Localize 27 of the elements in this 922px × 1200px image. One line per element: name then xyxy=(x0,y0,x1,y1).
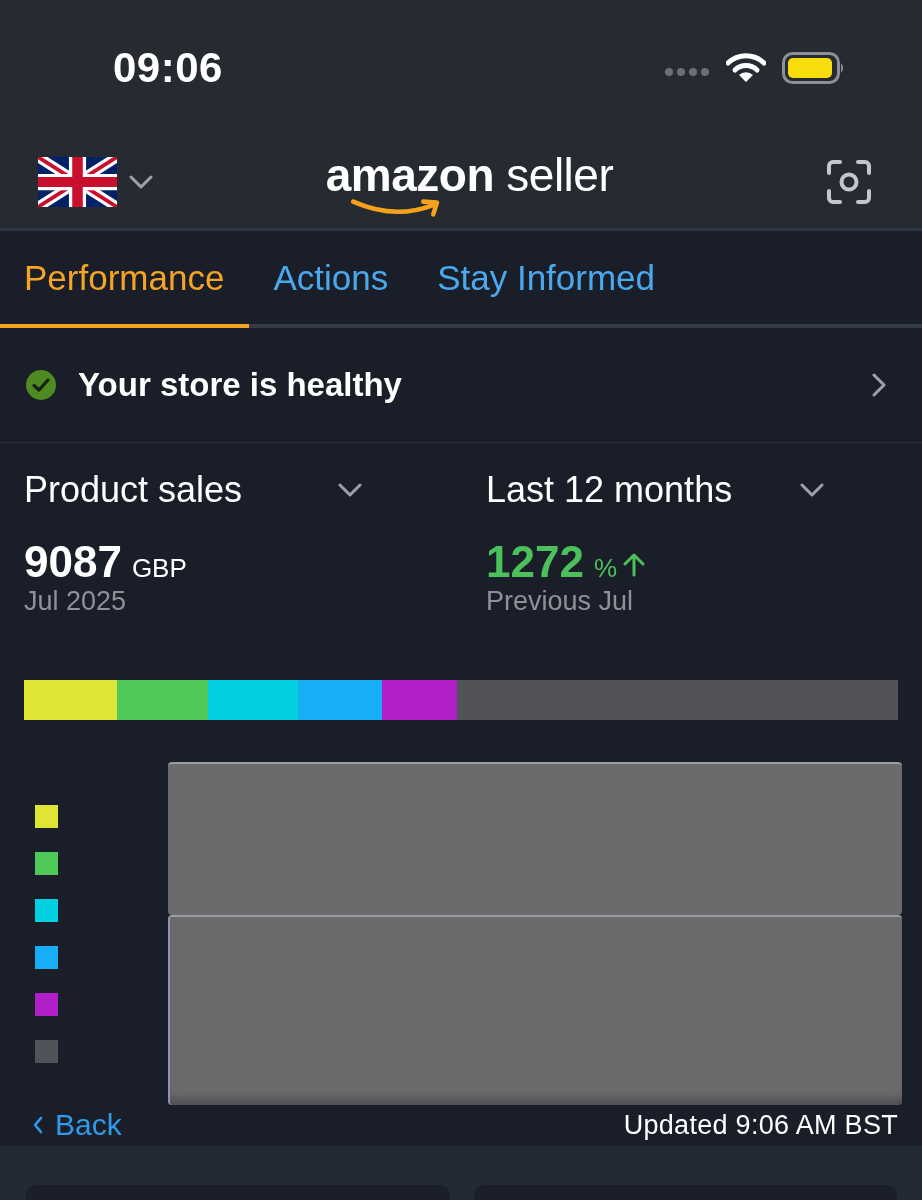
chevron-down-icon xyxy=(800,483,824,497)
chevron-down-icon xyxy=(338,483,362,497)
wifi-icon xyxy=(726,53,766,83)
language-selector[interactable] xyxy=(38,157,153,207)
signal-dots-icon xyxy=(664,67,710,77)
updated-time: Updated 9:06 AM BST xyxy=(623,1109,898,1141)
back-link[interactable]: Back xyxy=(33,1108,122,1142)
metric-dropdown[interactable]: Last 12 months xyxy=(486,466,824,514)
metric-caption: Jul 2025 xyxy=(24,586,127,616)
metric-value: 9087 xyxy=(24,538,122,586)
tab[interactable]: Actions xyxy=(249,231,414,328)
chevron-left-icon xyxy=(33,1116,43,1134)
chevron-down-icon xyxy=(129,175,153,189)
metric-unit: GBP xyxy=(131,553,187,583)
scan-icon[interactable] xyxy=(826,159,872,205)
chevron-right-icon[interactable] xyxy=(872,373,886,397)
metric-unit: % xyxy=(593,553,617,583)
metric-caption: Previous Jul xyxy=(486,586,634,616)
metric-dropdown[interactable]: Product sales xyxy=(24,466,362,514)
battery-icon xyxy=(782,52,846,84)
tab[interactable]: Performance xyxy=(0,231,250,328)
flag-icon xyxy=(38,157,117,207)
logo-text: amazon seller xyxy=(325,152,614,197)
status-time: 09:06 xyxy=(113,44,223,92)
tab[interactable]: Stay Informed xyxy=(413,231,681,328)
metric-value: 1272 xyxy=(486,538,584,586)
health-status-text: Your store is healthy xyxy=(78,366,403,404)
